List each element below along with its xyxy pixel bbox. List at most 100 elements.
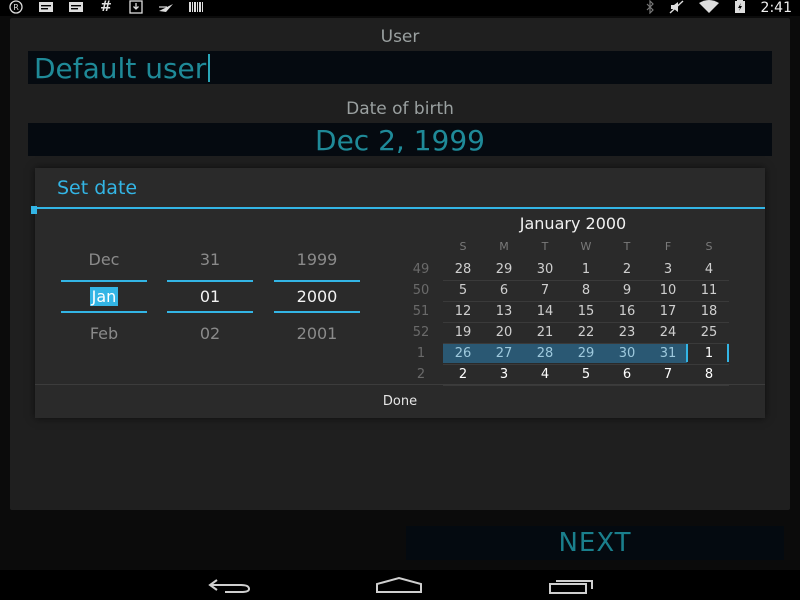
recents-icon[interactable] xyxy=(548,576,596,598)
weekday-header: T xyxy=(623,240,631,253)
calendar-day[interactable]: 31 xyxy=(648,346,688,361)
calendar-day[interactable]: 17 xyxy=(648,304,688,319)
calendar-day[interactable]: 3 xyxy=(648,262,688,277)
battery-icon xyxy=(733,0,747,17)
calendar-day[interactable]: 7 xyxy=(525,283,565,298)
calendar-day[interactable]: 29 xyxy=(484,262,524,277)
week-number: 1 xyxy=(416,346,426,361)
calendar-day[interactable]: 3 xyxy=(484,367,524,382)
calendar-day[interactable]: 6 xyxy=(607,367,647,382)
calendar-day[interactable]: 2 xyxy=(607,262,647,277)
calendar-day[interactable]: 8 xyxy=(566,283,606,298)
notification-icons: R # xyxy=(8,0,204,15)
title-divider xyxy=(35,207,765,209)
done-button[interactable]: Done xyxy=(35,385,765,418)
svg-text:R: R xyxy=(13,3,19,12)
calendar-day[interactable]: 2 xyxy=(443,367,483,382)
week-divider xyxy=(443,322,729,323)
calendar-day[interactable]: 30 xyxy=(525,262,565,277)
calendar-day[interactable]: 15 xyxy=(566,304,606,319)
plane-icon xyxy=(158,1,174,13)
year-next[interactable]: 2001 xyxy=(274,324,360,343)
home-icon[interactable] xyxy=(374,576,424,598)
calendar-day[interactable]: 16 xyxy=(607,304,647,319)
calendar-month-title: January 2000 xyxy=(519,214,627,233)
week-divider xyxy=(443,343,729,344)
month-next[interactable]: Feb xyxy=(61,324,147,343)
year-current[interactable]: 2000 xyxy=(274,287,360,306)
month-current[interactable]: Jan xyxy=(61,287,147,306)
spinner-divider xyxy=(274,311,360,313)
calendar-day[interactable]: 13 xyxy=(484,304,524,319)
calendar-day[interactable]: 30 xyxy=(607,346,647,361)
spinner-divider xyxy=(61,311,147,313)
calendar-day[interactable]: 28 xyxy=(443,262,483,277)
calendar-day[interactable]: 28 xyxy=(525,346,565,361)
weekday-header: F xyxy=(664,240,672,253)
message-icon xyxy=(68,1,84,13)
calendar-day[interactable]: 20 xyxy=(484,325,524,340)
spinner-divider xyxy=(61,280,147,282)
calendar-day[interactable]: 10 xyxy=(648,283,688,298)
day-current[interactable]: 01 xyxy=(167,287,253,306)
calendar-day[interactable]: 6 xyxy=(484,283,524,298)
next-button[interactable]: NEXT xyxy=(406,526,784,560)
calendar-day[interactable]: 25 xyxy=(689,325,729,340)
calendar-day[interactable]: 12 xyxy=(443,304,483,319)
system-icons: 2:41 xyxy=(645,0,792,16)
week-number: 52 xyxy=(412,325,430,340)
calendar-day[interactable]: 5 xyxy=(443,283,483,298)
calendar-day[interactable]: 5 xyxy=(566,367,606,382)
calendar-day[interactable]: 19 xyxy=(443,325,483,340)
status-bar: R # 2:41 xyxy=(0,0,800,16)
calendar-day[interactable]: 1 xyxy=(566,262,606,277)
dob-label: Date of birth xyxy=(346,99,454,119)
download-icon xyxy=(128,0,144,14)
calendar-day[interactable]: 22 xyxy=(566,325,606,340)
calendar-day[interactable]: 14 xyxy=(525,304,565,319)
week-number: 51 xyxy=(412,304,430,319)
text-cursor xyxy=(208,54,211,82)
calendar-day[interactable]: 23 xyxy=(607,325,647,340)
calendar-day[interactable]: 8 xyxy=(689,367,729,382)
week-number: 2 xyxy=(416,367,426,382)
month-prev[interactable]: Dec xyxy=(61,250,147,269)
calendar-day[interactable]: 1 xyxy=(689,346,729,361)
user-label: User xyxy=(380,27,420,47)
calendar-day[interactable]: 26 xyxy=(443,346,483,361)
date-picker-dialog: Set date Dec Jan Feb 31 01 02 1999 2000 … xyxy=(31,168,765,418)
calendar-day[interactable]: 18 xyxy=(689,304,729,319)
week-divider xyxy=(443,280,729,281)
week-number: 50 xyxy=(412,283,430,298)
calendar-day[interactable]: 9 xyxy=(607,283,647,298)
week-divider xyxy=(443,364,729,365)
message-icon xyxy=(38,1,54,13)
dob-value: Dec 2, 1999 xyxy=(315,124,485,157)
calendar-day[interactable]: 4 xyxy=(525,367,565,382)
spinner-divider xyxy=(167,311,253,313)
spinner-divider xyxy=(167,280,253,282)
barcode-icon xyxy=(188,1,204,13)
weekday-header: W xyxy=(580,240,592,253)
year-prev[interactable]: 1999 xyxy=(274,250,360,269)
weekday-header: T xyxy=(541,240,549,253)
calendar-day[interactable]: 21 xyxy=(525,325,565,340)
day-next[interactable]: 02 xyxy=(167,324,253,343)
calendar-day[interactable]: 27 xyxy=(484,346,524,361)
week-number: 49 xyxy=(412,262,430,277)
user-field[interactable]: Default user xyxy=(28,51,772,85)
calendar-day[interactable]: 11 xyxy=(689,283,729,298)
navigation-bar xyxy=(0,570,800,600)
day-prev[interactable]: 31 xyxy=(167,250,253,269)
back-icon[interactable] xyxy=(205,577,253,597)
dob-field[interactable]: Dec 2, 1999 xyxy=(28,123,772,157)
calendar-day[interactable]: 7 xyxy=(648,367,688,382)
weekday-header: S xyxy=(459,240,467,253)
bluetooth-icon xyxy=(645,0,655,17)
calendar-day[interactable]: 29 xyxy=(566,346,606,361)
clock: 2:41 xyxy=(760,0,792,16)
mute-icon xyxy=(669,0,685,17)
calendar-day[interactable]: 4 xyxy=(689,262,729,277)
calendar-day[interactable]: 24 xyxy=(648,325,688,340)
user-value: Default user xyxy=(34,52,207,85)
